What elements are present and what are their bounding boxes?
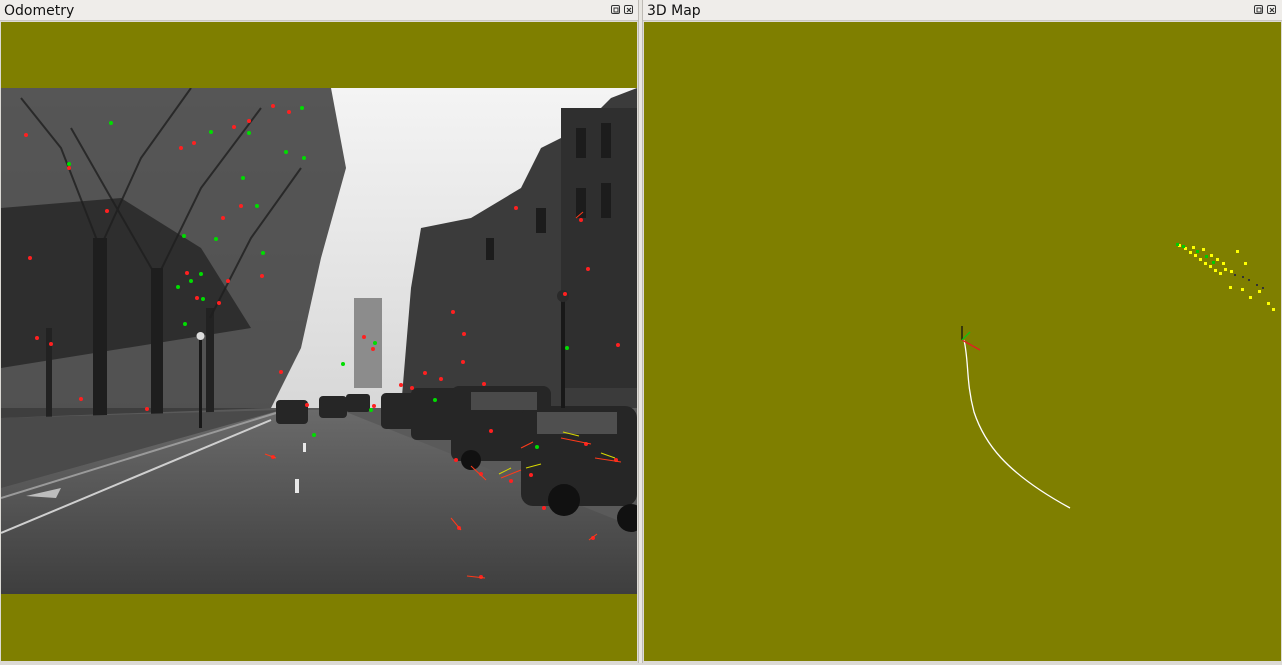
map3d-title: 3D Map bbox=[647, 3, 701, 19]
odometry-close-button[interactable] bbox=[624, 5, 633, 14]
trajectory-path bbox=[963, 339, 1071, 509]
camera-image bbox=[1, 88, 637, 594]
map3d-titlebar[interactable]: 3D Map bbox=[643, 0, 1282, 21]
map3d-view[interactable] bbox=[644, 22, 1281, 661]
map3d-float-button[interactable] bbox=[1254, 5, 1263, 14]
odometry-float-button[interactable] bbox=[611, 5, 620, 14]
map-point-cloud bbox=[1176, 243, 1275, 311]
float-icon bbox=[613, 7, 619, 13]
map-canvas bbox=[961, 243, 1275, 509]
map3d-close-button[interactable] bbox=[1267, 5, 1276, 14]
odometry-titlebar[interactable]: Odometry bbox=[0, 0, 638, 21]
close-icon bbox=[626, 7, 632, 13]
odometry-title: Odometry bbox=[4, 3, 75, 19]
odometry-panel: Odometry bbox=[0, 0, 638, 663]
map3d-panel: 3D Map bbox=[643, 0, 1282, 663]
odometry-view[interactable] bbox=[1, 22, 637, 661]
float-icon bbox=[1256, 7, 1262, 13]
street-scene bbox=[1, 88, 637, 594]
close-icon bbox=[1269, 7, 1275, 13]
